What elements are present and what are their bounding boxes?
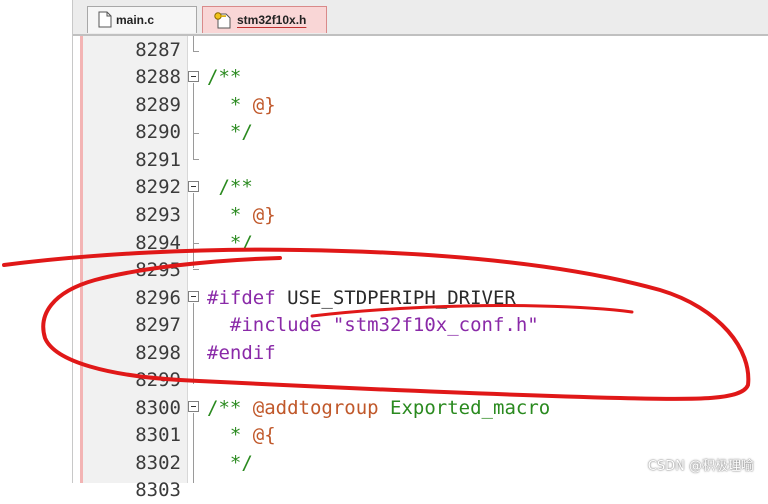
fold-guide xyxy=(193,193,194,268)
code-editor[interactable]: 8287 8288 8289 8290 8291 8292 8293 8294 … xyxy=(80,36,768,501)
code-line: #ifdef USE_STDPERIPH_DRIVER xyxy=(207,287,516,309)
tab-label: main.c xyxy=(116,13,155,27)
watermark: CSDN @积极理喻 xyxy=(647,459,754,474)
code-line: /** @addtogroup Exported_macro xyxy=(207,397,551,419)
fold-guide-end xyxy=(193,243,199,244)
tab-main-c[interactable]: main.c xyxy=(87,6,197,33)
fold-guide xyxy=(193,138,194,159)
code-line: * @{ xyxy=(229,424,276,446)
code-line: */ xyxy=(229,452,253,474)
fold-guide xyxy=(193,36,194,52)
tab-bar: main.c stm32f10x.h xyxy=(73,0,768,36)
code-line: #include "stm32f10x_conf.h" xyxy=(229,314,539,336)
line-number: 8298 xyxy=(135,342,181,364)
code-line: */ xyxy=(229,121,253,143)
code-line: */ xyxy=(229,232,253,254)
line-number: 8288 xyxy=(135,66,181,88)
line-number: 8290 xyxy=(135,121,181,143)
line-number: 8297 xyxy=(135,314,181,336)
code-line: * @} xyxy=(229,94,276,116)
line-number: 8303 xyxy=(135,479,181,501)
code-line: * @} xyxy=(229,204,276,226)
tab-stm32f10x-h[interactable]: stm32f10x.h xyxy=(202,6,327,33)
tab-label: stm32f10x.h xyxy=(237,13,307,27)
line-number: 8302 xyxy=(135,452,181,474)
left-panel-strip xyxy=(0,0,72,483)
line-number: 8295 xyxy=(135,259,181,281)
line-number-gutter: 8287 8288 8289 8290 8291 8292 8293 8294 … xyxy=(83,36,188,501)
line-number: 8300 xyxy=(135,397,181,419)
line-number: 8287 xyxy=(135,39,181,61)
fold-guide-end xyxy=(193,379,199,380)
fold-toggle[interactable] xyxy=(188,401,199,412)
code-line: /** xyxy=(207,66,242,88)
line-number: 8299 xyxy=(135,369,181,391)
fold-guide-end xyxy=(193,269,199,270)
file-icon xyxy=(98,11,112,31)
code-line: /** xyxy=(207,176,253,198)
left-panel-edge xyxy=(72,0,73,483)
file-key-icon xyxy=(213,11,233,32)
line-number: 8289 xyxy=(135,94,181,116)
fold-guide xyxy=(193,303,194,384)
fold-guide-end xyxy=(193,133,199,134)
line-number: 8301 xyxy=(135,424,181,446)
fold-guide-end xyxy=(193,51,199,52)
line-number: 8291 xyxy=(135,149,181,171)
fold-toggle[interactable] xyxy=(188,71,199,82)
line-number: 8294 xyxy=(135,232,181,254)
line-number: 8296 xyxy=(135,287,181,309)
line-number: 8293 xyxy=(135,204,181,226)
code-line: #endif xyxy=(207,342,276,364)
fold-toggle[interactable] xyxy=(188,291,199,302)
fold-toggle[interactable] xyxy=(188,181,199,192)
fold-guide-end xyxy=(193,159,199,160)
fold-guide xyxy=(193,413,194,483)
line-number: 8292 xyxy=(135,176,181,198)
